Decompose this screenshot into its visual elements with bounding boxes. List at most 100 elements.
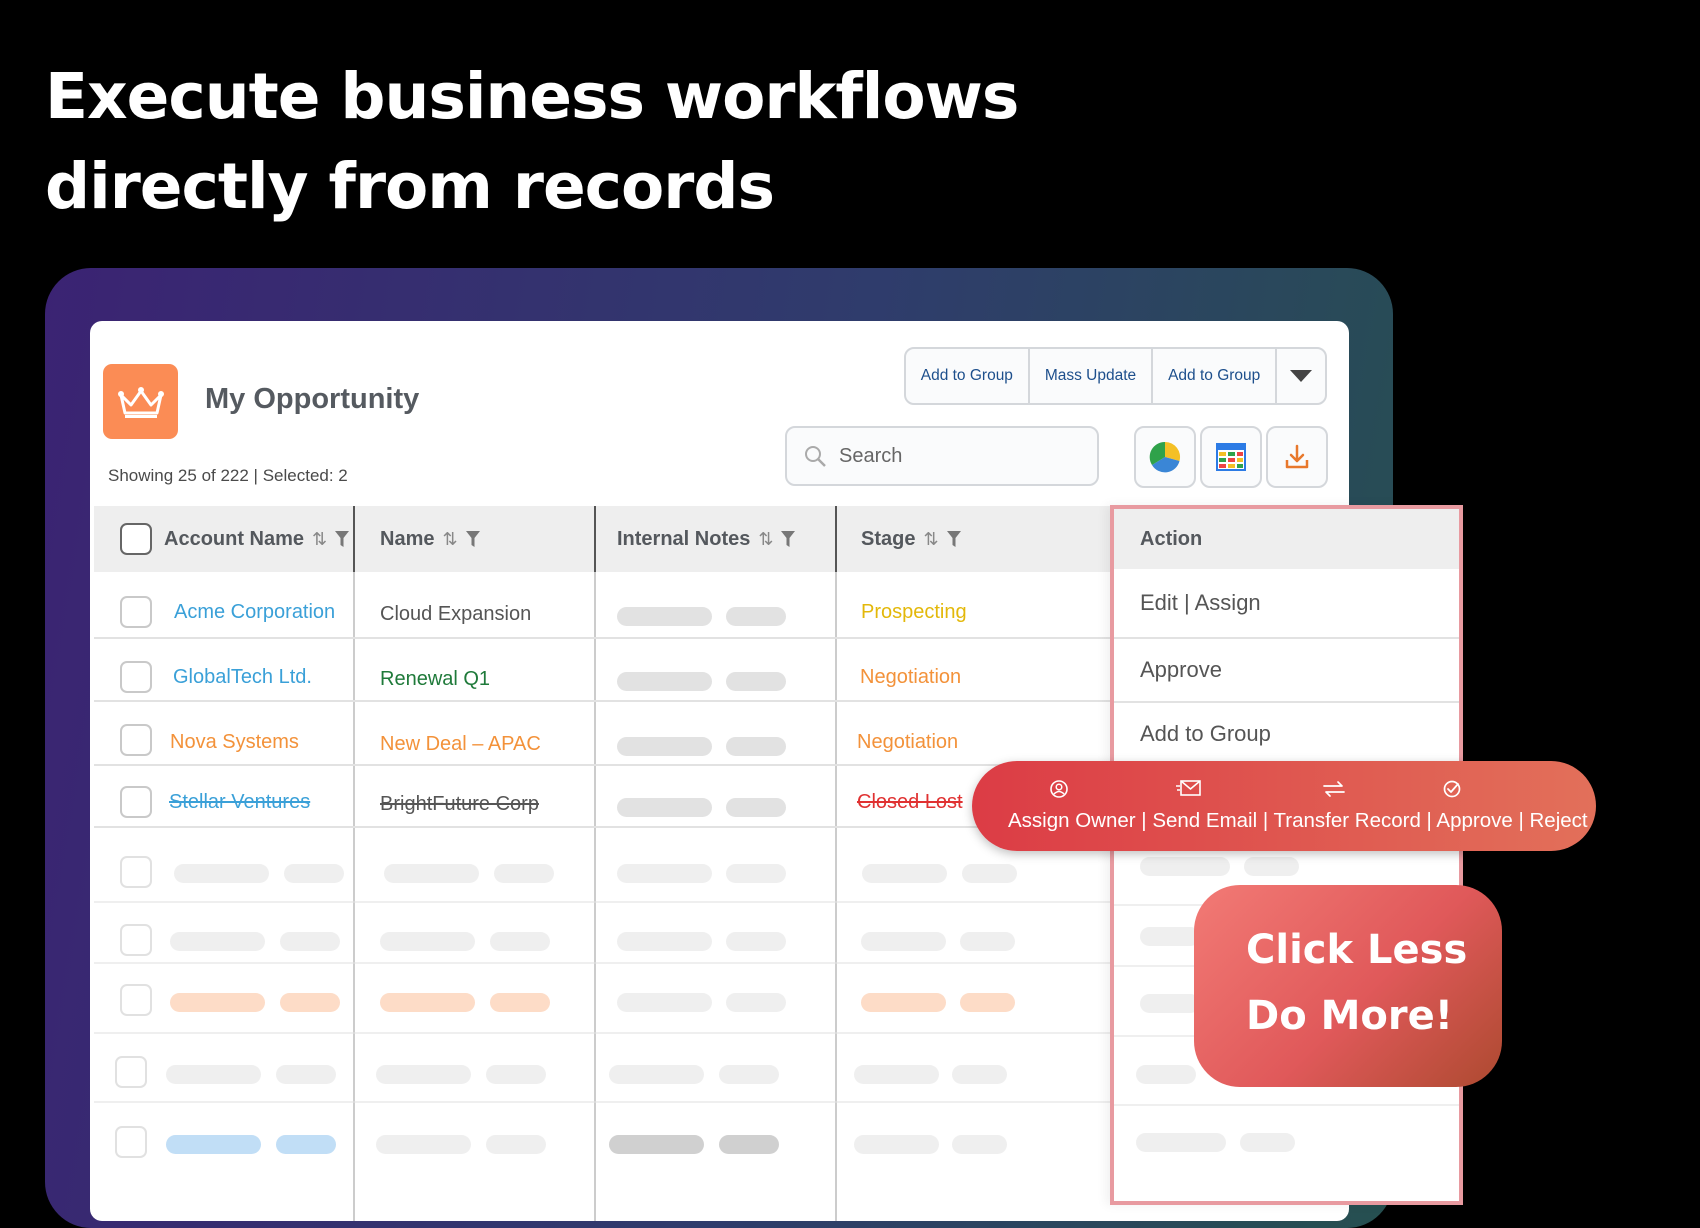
stage-value: Negotiation <box>857 731 959 753</box>
placeholder-pill <box>380 993 475 1012</box>
row-checkbox[interactable] <box>120 924 152 956</box>
mass-update-button[interactable]: Mass Update <box>1030 349 1154 403</box>
row-checkbox[interactable] <box>115 1126 147 1158</box>
placeholder-pill <box>1140 927 1200 946</box>
sort-icon[interactable]: ⇅ <box>442 529 457 550</box>
placeholder-pill <box>1244 857 1299 876</box>
row-checkbox[interactable] <box>120 596 152 628</box>
filter-icon[interactable] <box>946 531 961 547</box>
column-header-stage[interactable]: Stage ⇅ <box>861 506 961 572</box>
placeholder-pill <box>490 932 550 951</box>
table-view-icon[interactable] <box>1200 426 1262 488</box>
placeholder-pill <box>384 864 479 883</box>
download-icon[interactable] <box>1266 426 1328 488</box>
account-name-link[interactable]: Nova Systems <box>170 731 299 754</box>
search-icon <box>805 446 826 467</box>
add-to-group-button[interactable]: Add to Group <box>906 349 1030 403</box>
notes-placeholder <box>617 737 712 756</box>
workflow-actions-ribbon[interactable]: Assign Owner | Send Email | Transfer Rec… <box>972 761 1596 851</box>
record-count: Showing 25 of 222 | Selected: 2 <box>108 466 348 485</box>
row-checkbox[interactable] <box>120 724 152 756</box>
row-divider <box>94 1032 1124 1034</box>
placeholder-pill <box>617 993 712 1012</box>
placeholder-pill <box>1240 1133 1295 1152</box>
page-title: My Opportunity <box>205 383 420 415</box>
row-checkbox[interactable] <box>120 856 152 888</box>
column-divider <box>353 506 355 572</box>
ribbon-icons <box>972 779 1596 801</box>
placeholder-pill <box>719 1065 779 1084</box>
notes-placeholder <box>617 672 712 691</box>
placeholder-pill <box>726 932 786 951</box>
column-divider <box>594 506 596 572</box>
sort-icon[interactable]: ⇅ <box>312 529 327 550</box>
sort-icon[interactable]: ⇅ <box>758 529 773 550</box>
column-header-internal-notes[interactable]: Internal Notes ⇅ <box>617 506 796 572</box>
placeholder-pill <box>609 1135 704 1154</box>
notes-placeholder <box>726 737 786 756</box>
column-label: Stage <box>861 527 916 550</box>
filter-icon[interactable] <box>781 531 796 547</box>
account-name-link[interactable]: GlobalTech Ltd. <box>173 666 312 689</box>
action-header: Action <box>1114 509 1459 569</box>
ribbon-label: Assign Owner | Send Email | Transfer Rec… <box>1008 809 1588 832</box>
column-divider <box>353 572 355 1221</box>
placeholder-pill <box>166 1065 261 1084</box>
caret-down-icon[interactable] <box>1277 349 1325 403</box>
placeholder-pill <box>617 932 712 951</box>
headline-line-1: Execute business workflows <box>45 60 1019 133</box>
account-name-link[interactable]: Stellar Ventures <box>169 791 310 814</box>
column-header-account-name[interactable]: Account Name ⇅ <box>164 506 350 572</box>
assign-owner-icon[interactable] <box>1049 779 1069 799</box>
row-divider <box>94 764 1124 766</box>
row-divider <box>94 1101 1124 1103</box>
opportunity-name[interactable]: Cloud Expansion <box>380 603 531 626</box>
row-divider <box>94 826 1124 828</box>
action-add-to-group[interactable]: Add to Group <box>1114 703 1459 767</box>
approve-icon[interactable] <box>1442 779 1462 799</box>
row-checkbox[interactable] <box>115 1056 147 1088</box>
row-checkbox[interactable] <box>120 661 152 693</box>
crown-icon <box>103 364 178 439</box>
notes-placeholder <box>617 607 712 626</box>
pie-chart-icon[interactable] <box>1134 426 1196 488</box>
placeholder-pill <box>854 1065 939 1084</box>
opportunity-name[interactable]: BrightFuture Corp <box>380 793 539 816</box>
placeholder-pill <box>952 1065 1007 1084</box>
headline: Execute business workflows directly from… <box>45 52 1019 232</box>
row-checkbox[interactable] <box>120 984 152 1016</box>
column-label: Name <box>380 527 435 550</box>
row-divider <box>94 901 1124 903</box>
notes-placeholder <box>726 607 786 626</box>
action-edit-assign[interactable]: Edit | Assign <box>1114 569 1459 639</box>
sort-icon[interactable]: ⇅ <box>923 529 938 550</box>
placeholder-pill <box>726 993 786 1012</box>
column-divider <box>835 506 837 572</box>
opportunity-name[interactable]: Renewal Q1 <box>380 668 490 691</box>
row-checkbox[interactable] <box>120 786 152 818</box>
account-name-link[interactable]: Acme Corporation <box>174 601 335 624</box>
action-approve[interactable]: Approve <box>1114 639 1459 703</box>
opportunity-name[interactable]: New Deal – APAC <box>380 733 541 756</box>
filter-icon[interactable] <box>335 531 350 547</box>
filter-icon[interactable] <box>465 531 480 547</box>
placeholder-pill <box>1140 994 1200 1013</box>
placeholder-pill <box>962 864 1017 883</box>
column-header-name[interactable]: Name ⇅ <box>380 506 480 572</box>
placeholder-pill <box>174 864 269 883</box>
column-divider <box>594 572 596 1221</box>
transfer-record-icon[interactable] <box>1322 779 1346 799</box>
search-input[interactable]: Search <box>785 426 1099 486</box>
placeholder-pill <box>376 1065 471 1084</box>
promo-line-2: Do More! <box>1246 993 1453 1039</box>
row-divider <box>1114 1104 1459 1106</box>
send-email-icon[interactable] <box>1176 779 1202 797</box>
placeholder-pill <box>486 1135 546 1154</box>
notes-placeholder <box>726 798 786 817</box>
add-to-group-button-2[interactable]: Add to Group <box>1153 349 1278 403</box>
placeholder-pill <box>719 1135 779 1154</box>
promo-bubble: Click Less Do More! <box>1194 885 1502 1087</box>
row-divider <box>94 700 1124 702</box>
select-all-checkbox[interactable] <box>120 523 152 555</box>
placeholder-pill <box>170 993 265 1012</box>
